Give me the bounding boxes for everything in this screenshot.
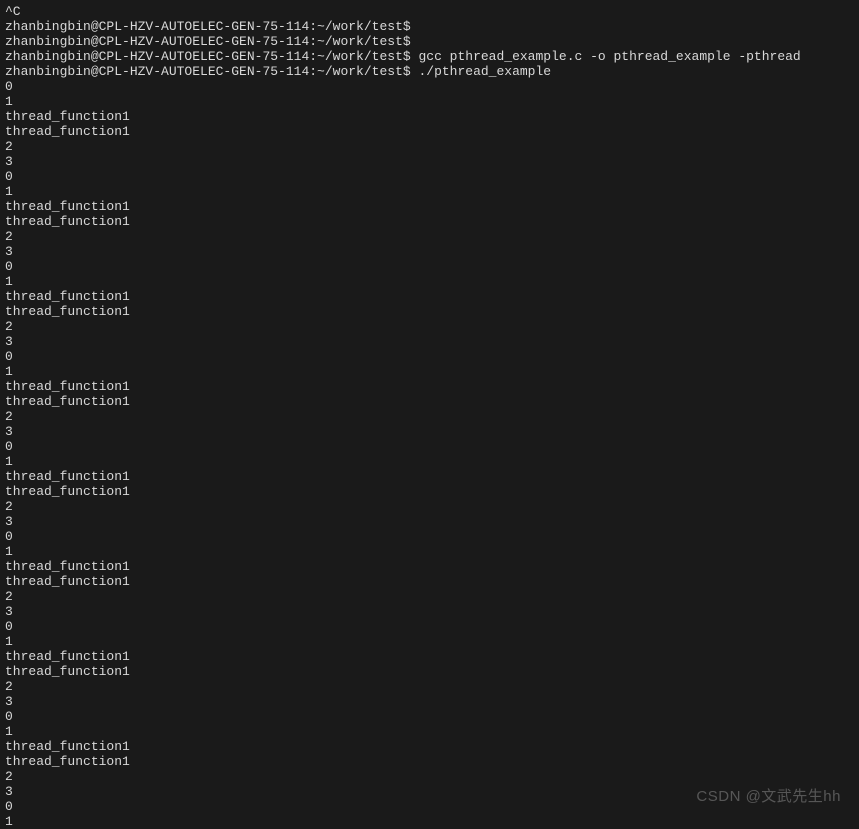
terminal-line: 3 xyxy=(5,784,854,799)
terminal-line: 3 xyxy=(5,604,854,619)
terminal-line: 2 xyxy=(5,319,854,334)
terminal-line: 3 xyxy=(5,334,854,349)
terminal-line: 2 xyxy=(5,499,854,514)
terminal-line: 2 xyxy=(5,139,854,154)
terminal-line: 3 xyxy=(5,694,854,709)
terminal-line: 0 xyxy=(5,169,854,184)
terminal-line: thread_function1 xyxy=(5,289,854,304)
terminal-line: 0 xyxy=(5,799,854,814)
terminal-line: 0 xyxy=(5,79,854,94)
terminal-line: 1 xyxy=(5,724,854,739)
terminal-line: zhanbingbin@CPL-HZV-AUTOELEC-GEN-75-114:… xyxy=(5,64,854,79)
terminal-line: thread_function1 xyxy=(5,469,854,484)
terminal-line: 1 xyxy=(5,454,854,469)
terminal-line: 0 xyxy=(5,619,854,634)
terminal-line: thread_function1 xyxy=(5,484,854,499)
terminal-line: thread_function1 xyxy=(5,214,854,229)
terminal-line: 2 xyxy=(5,769,854,784)
terminal-line: 0 xyxy=(5,259,854,274)
terminal-line: 0 xyxy=(5,709,854,724)
terminal-line: zhanbingbin@CPL-HZV-AUTOELEC-GEN-75-114:… xyxy=(5,19,854,34)
terminal-line: 3 xyxy=(5,424,854,439)
terminal-line: 0 xyxy=(5,439,854,454)
terminal-line: thread_function1 xyxy=(5,649,854,664)
terminal-line: 2 xyxy=(5,589,854,604)
terminal-line: thread_function1 xyxy=(5,754,854,769)
terminal-line: thread_function1 xyxy=(5,124,854,139)
terminal-line: 3 xyxy=(5,244,854,259)
terminal-line: 3 xyxy=(5,514,854,529)
terminal-line: 1 xyxy=(5,274,854,289)
terminal-line: zhanbingbin@CPL-HZV-AUTOELEC-GEN-75-114:… xyxy=(5,34,854,49)
terminal-line: thread_function1 xyxy=(5,304,854,319)
terminal-line: thread_function1 xyxy=(5,559,854,574)
terminal-line: thread_function1 xyxy=(5,664,854,679)
terminal-line: 2 xyxy=(5,409,854,424)
terminal-line: thread_function1 xyxy=(5,109,854,124)
terminal-line: 1 xyxy=(5,364,854,379)
terminal-line: zhanbingbin@CPL-HZV-AUTOELEC-GEN-75-114:… xyxy=(5,49,854,64)
terminal-line: thread_function1 xyxy=(5,739,854,754)
terminal-line: ^C xyxy=(5,4,854,19)
terminal-line: thread_function1 xyxy=(5,574,854,589)
terminal-line: 1 xyxy=(5,184,854,199)
terminal-line: 1 xyxy=(5,94,854,109)
terminal-line: thread_function1 xyxy=(5,199,854,214)
terminal-line: thread_function1 xyxy=(5,379,854,394)
terminal-line: 0 xyxy=(5,529,854,544)
terminal-line: 2 xyxy=(5,229,854,244)
terminal-output[interactable]: ^Czhanbingbin@CPL-HZV-AUTOELEC-GEN-75-11… xyxy=(5,4,854,829)
terminal-line: 1 xyxy=(5,814,854,829)
terminal-line: 1 xyxy=(5,544,854,559)
terminal-line: 0 xyxy=(5,349,854,364)
terminal-line: 1 xyxy=(5,634,854,649)
terminal-line: 3 xyxy=(5,154,854,169)
terminal-line: thread_function1 xyxy=(5,394,854,409)
terminal-line: 2 xyxy=(5,679,854,694)
